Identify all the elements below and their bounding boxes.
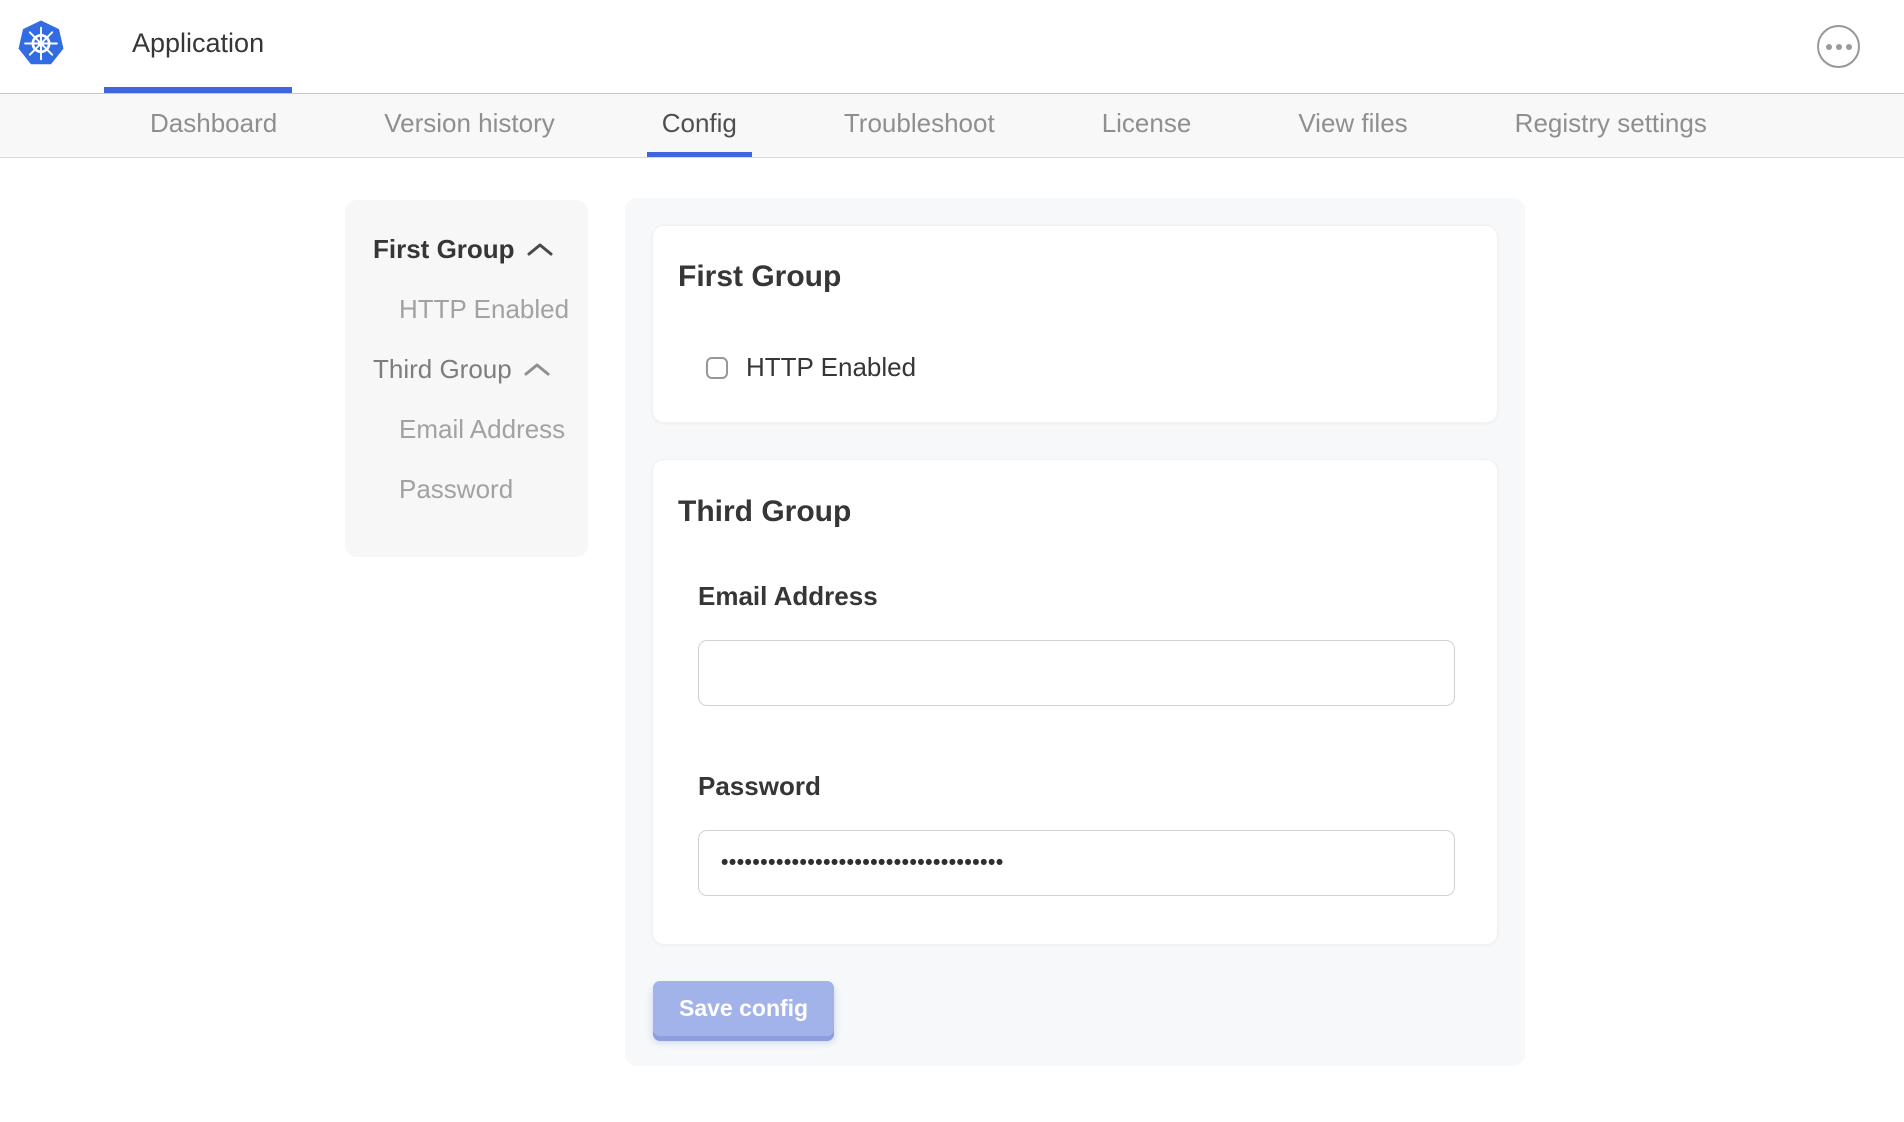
sidebar-item-http-enabled[interactable]: HTTP Enabled [373,296,588,322]
http-enabled-checkbox[interactable] [706,357,728,379]
email-address-input[interactable] [698,640,1455,706]
group-title: Third Group [678,497,1472,527]
ellipsis-dot [1846,44,1852,50]
sidebar-item-label: Email Address [399,416,565,442]
app-header: Application [0,0,1904,94]
password-field-block: Password [698,773,1472,896]
ellipsis-dot [1826,44,1832,50]
http-enabled-row: HTTP Enabled [706,352,1472,383]
config-main-panel: First Group HTTP Enabled Third Group Ema… [625,198,1525,1066]
config-group-card-first: First Group HTTP Enabled [652,225,1498,423]
config-page: First Group HTTP Enabled Third Group Ema… [0,158,1904,1121]
password-input[interactable] [698,830,1455,896]
chevron-up-icon [527,242,553,257]
email-address-label: Email Address [698,583,1472,609]
tab-version-history[interactable]: Version history [369,94,570,157]
http-enabled-label[interactable]: HTTP Enabled [746,352,916,383]
config-group-card-third: Third Group Email Address Password [652,459,1498,945]
sidebar-item-label: Password [399,476,513,502]
sidebar-item-label: Third Group [373,356,512,382]
sidebar-item-label: HTTP Enabled [399,296,569,322]
sidebar-item-third-group[interactable]: Third Group [373,356,588,382]
tab-registry-settings[interactable]: Registry settings [1500,94,1722,157]
sidebar-item-label: First Group [373,236,515,262]
tab-view-files[interactable]: View files [1283,94,1422,157]
tab-troubleshoot[interactable]: Troubleshoot [829,94,1010,157]
config-group-sidebar: First Group HTTP Enabled Third Group Ema… [345,200,588,557]
sidebar-item-first-group[interactable]: First Group [373,236,588,262]
group-title: First Group [678,262,1472,292]
ellipsis-menu-button[interactable] [1817,25,1860,68]
sidebar-item-email-address[interactable]: Email Address [373,416,588,442]
sidebar-item-password[interactable]: Password [373,476,588,502]
tab-dashboard[interactable]: Dashboard [135,94,292,157]
app-nav-bar: Dashboard Version history Config Trouble… [0,94,1904,158]
password-label: Password [698,773,1472,799]
ellipsis-dot [1836,44,1842,50]
app-title-tab[interactable]: Application [104,0,292,93]
save-config-button[interactable]: Save config [653,981,834,1036]
email-address-field-block: Email Address [698,583,1472,706]
tab-license[interactable]: License [1087,94,1207,157]
chevron-up-icon [524,362,550,377]
kubernetes-logo-icon [17,17,65,70]
tab-config[interactable]: Config [647,94,752,157]
app-title-label: Application [132,28,264,59]
